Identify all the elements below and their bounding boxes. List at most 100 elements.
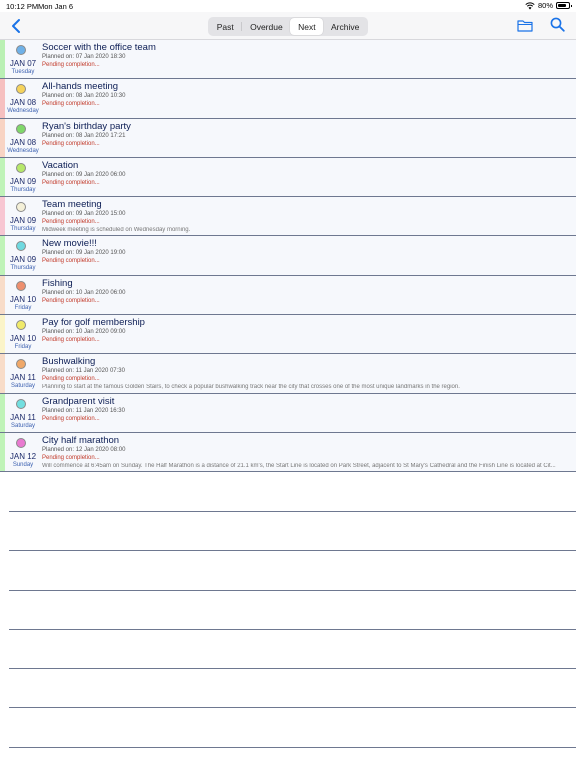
status-dot-icon <box>16 241 26 252</box>
list-item[interactable]: JAN 08 Wednesday All-hands meeting Planned … <box>0 79 576 119</box>
event-planned: Planned on: 11 Jan 2020 07:30 <box>42 368 125 375</box>
event-planned: Planned on: 09 Jan 2020 06:00 <box>42 171 126 178</box>
event-note: Midweek meeting is scheduled on Wednesda… <box>42 227 191 234</box>
event-status: Pending completion... <box>42 101 100 108</box>
event-date: JAN 09 <box>9 255 37 265</box>
event-title: Fishing <box>42 277 73 289</box>
event-list: JAN 07 Tuesday Soccer with the office team… <box>0 40 576 473</box>
event-note: Will commence at 6:45am on Sunday. The H… <box>42 462 556 469</box>
status-dot-icon <box>16 123 26 134</box>
event-weekday: Tuesday <box>11 69 35 75</box>
event-date: JAN 09 <box>9 216 37 226</box>
status-dot-icon <box>16 398 26 409</box>
divider <box>9 511 576 512</box>
folder-icon[interactable] <box>517 19 533 32</box>
empty-list-area <box>0 472 576 768</box>
event-title: Vacation <box>42 159 79 171</box>
event-planned: Planned on: 07 Jan 2020 18:30 <box>42 54 126 60</box>
event-title: All-hands meeting <box>42 81 119 93</box>
status-dot-icon <box>16 359 26 370</box>
event-weekday: Saturday <box>10 383 35 390</box>
battery-fill <box>558 4 566 7</box>
event-planned: Planned on: 12 Jan 2020 08:00 <box>42 446 126 453</box>
status-dot-icon <box>16 45 26 55</box>
event-date: JAN 09 <box>9 176 37 186</box>
list-item[interactable]: JAN 09 Thursday Vacation Planned on: 09 Jan… <box>0 157 576 198</box>
event-planned: Planned on: 08 Jan 2020 10:30 <box>42 93 126 100</box>
list-item[interactable]: JAN 10 Friday Fishing Planned on: 10 Jan 20… <box>0 275 576 316</box>
divider <box>9 707 576 708</box>
status-right: 80% <box>525 1 572 10</box>
event-status: Pending completion... <box>42 219 100 226</box>
event-weekday: Friday <box>14 304 32 311</box>
status-dot-icon <box>16 437 26 448</box>
status-dot-icon <box>16 162 26 173</box>
event-title: Pay for golf membership <box>42 317 145 329</box>
divider <box>9 629 576 630</box>
event-title: Grandparent visit <box>42 395 115 407</box>
event-weekday: Wednesday <box>7 147 39 154</box>
event-title: Ryan's birthday party <box>42 120 131 132</box>
battery-percent: 80% <box>537 1 553 10</box>
list-item[interactable]: JAN 11 Saturday Grandparent visit Planned o… <box>0 393 576 433</box>
chevron-left-icon[interactable] <box>9 18 23 34</box>
event-date: JAN 07 <box>9 59 37 68</box>
event-title: Team meeting <box>42 199 102 211</box>
list-item[interactable]: JAN 08 Wednesday Ryan's birthday party Plan… <box>0 118 576 158</box>
event-status: Pending completion... <box>42 297 100 304</box>
list-item[interactable]: JAN 09 Thursday New movie!!! Planned on: 09… <box>0 236 576 276</box>
status-dot-icon <box>16 280 26 291</box>
event-weekday: Wednesday <box>7 108 39 115</box>
tab-overdue[interactable]: Overdue <box>242 18 290 35</box>
list-item[interactable]: JAN 07 Tuesday Soccer with the office team… <box>0 40 576 80</box>
event-weekday: Sunday <box>12 461 34 468</box>
event-date: JAN 10 <box>9 294 37 304</box>
list-item[interactable]: JAN 11 Saturday Bushwalking Planned on: 11 … <box>0 354 576 394</box>
nav-bar: Past Overdue Next Archive <box>0 12 576 40</box>
tab-next[interactable]: Next <box>290 18 324 35</box>
event-status: Pending completion... <box>42 415 100 422</box>
event-status: Pending completion... <box>42 140 100 147</box>
event-weekday: Thursday <box>10 186 36 193</box>
event-planned: Planned on: 09 Jan 2020 15:00 <box>42 211 126 218</box>
event-planned: Planned on: 10 Jan 2020 06:00 <box>42 289 126 296</box>
event-weekday: Friday <box>14 344 32 351</box>
battery-icon <box>556 2 572 9</box>
divider <box>9 550 576 551</box>
event-planned: Planned on: 09 Jan 2020 19:00 <box>42 250 126 257</box>
event-date: JAN 08 <box>9 98 37 108</box>
event-title: Bushwalking <box>42 356 96 368</box>
event-weekday: Saturday <box>10 422 35 429</box>
tab-past[interactable]: Past <box>209 18 241 35</box>
event-status: Pending completion... <box>42 258 100 265</box>
search-icon[interactable] <box>550 17 565 32</box>
status-time: 10:12 PM <box>6 2 39 11</box>
event-weekday: Thursday <box>10 226 36 233</box>
event-title: Soccer with the office team <box>42 42 156 53</box>
list-item[interactable]: JAN 12 Sunday City half marathon Planned on… <box>0 432 576 473</box>
event-title: City half marathon <box>42 434 120 446</box>
event-status: Pending completion... <box>42 179 100 186</box>
status-bar: 10:12 PM Mon Jan 6 80% <box>0 0 576 12</box>
divider <box>9 590 576 591</box>
event-note: Planning to start at the famous Golden S… <box>42 384 460 391</box>
event-status: Pending completion... <box>42 454 100 461</box>
list-item[interactable]: JAN 10 Friday Pay for golf membership Plann… <box>0 315 576 355</box>
divider <box>9 747 576 748</box>
event-date: JAN 12 <box>9 451 37 461</box>
tab-archive[interactable]: Archive <box>323 18 367 35</box>
event-status: Pending completion... <box>42 376 100 383</box>
event-date: JAN 11 <box>10 412 36 422</box>
status-dot-icon <box>16 320 26 331</box>
event-date: JAN 11 <box>10 373 36 383</box>
event-planned: Planned on: 11 Jan 2020 16:30 <box>42 407 125 414</box>
event-status: Pending completion... <box>42 62 100 68</box>
divider <box>9 668 576 669</box>
status-dot-icon <box>16 202 26 213</box>
event-title: New movie!!! <box>42 238 97 250</box>
list-item[interactable]: JAN 09 Thursday Team meeting Planned on: 09… <box>0 197 576 237</box>
wifi-icon <box>525 1 535 9</box>
event-status: Pending completion... <box>42 337 100 344</box>
filter-segmented-control: Past Overdue Next Archive <box>208 17 368 36</box>
event-planned: Planned on: 10 Jan 2020 09:00 <box>42 329 126 336</box>
